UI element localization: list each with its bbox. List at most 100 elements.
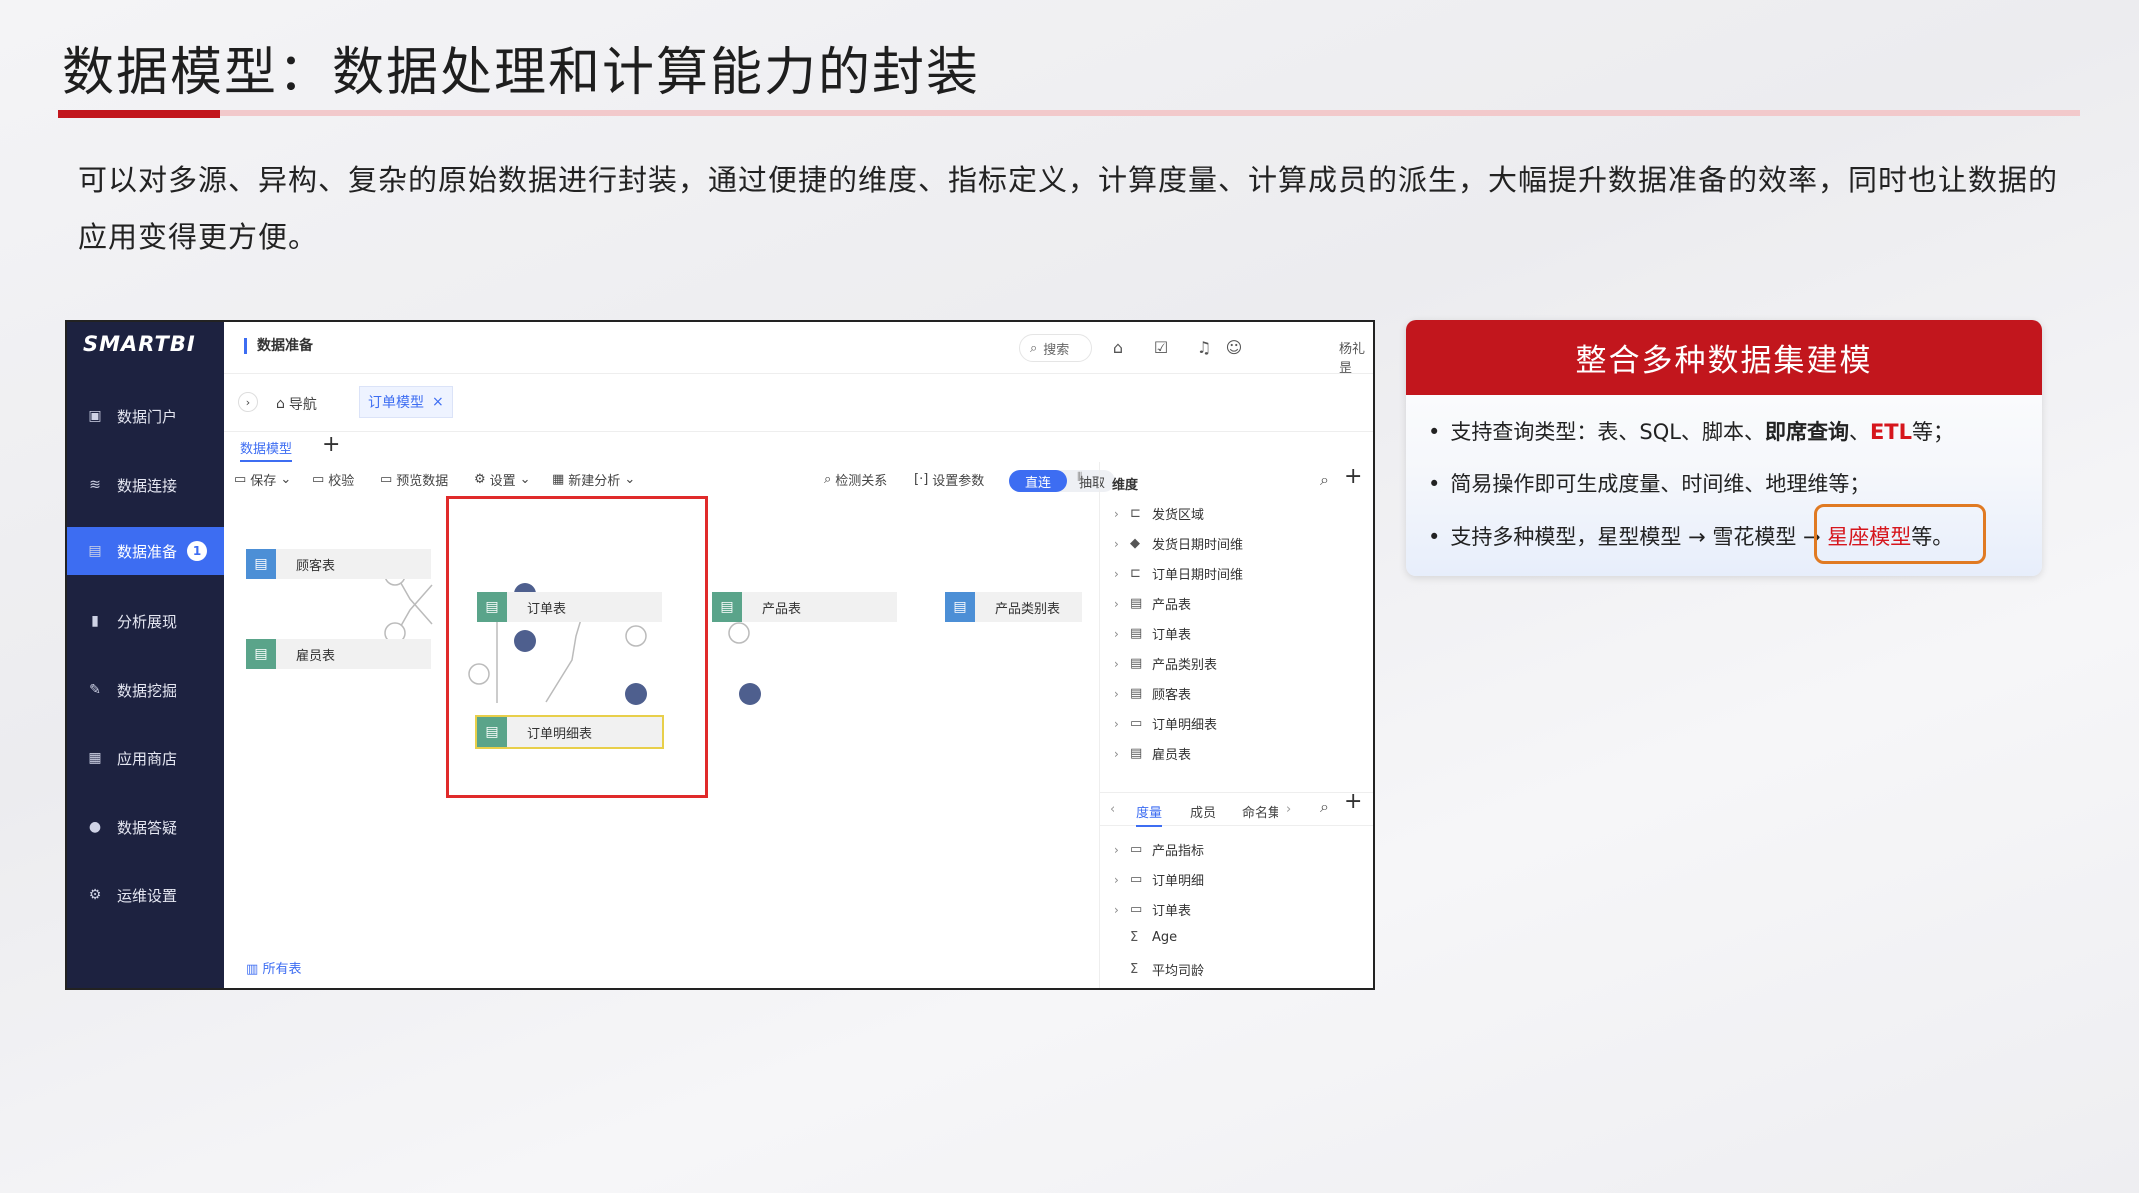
search-input[interactable]: ⌕ 搜索 xyxy=(1019,334,1092,362)
question-icon: ● xyxy=(88,819,102,835)
nav-item-analysis[interactable]: ▮ 分析展现 xyxy=(67,597,224,645)
toolbar: ▭ 保存 ⌄ ▭ 校验 ▭ 预览数据 ⚙ 设置 ⌄ ▦ 新建分析 ⌄ ⌕ 检测关系 [·] 设置参数… xyxy=(224,462,1115,496)
folder-icon: ▭ xyxy=(1130,842,1143,857)
tree-item[interactable]: › ▭ 订单表 xyxy=(1114,900,1191,919)
nav-item-settings[interactable]: ⚙ 运维设置 xyxy=(67,871,224,919)
tree-item[interactable]: › ▤ 产品类别表 xyxy=(1114,654,1217,673)
table-icon: ▤ xyxy=(945,592,975,622)
nav-item-connect[interactable]: ≋ 数据连接 xyxy=(67,461,224,509)
params-icon: [·] xyxy=(914,472,929,487)
save-button[interactable]: ▭ 保存 ⌄ xyxy=(234,470,291,489)
search-icon[interactable]: ⌕ xyxy=(1320,470,1329,490)
tab-nav[interactable]: ⌂ 导航 xyxy=(276,394,317,414)
gear-icon: ⚙ xyxy=(88,887,102,903)
grid-icon: ▦ xyxy=(88,750,102,766)
chevron-down-icon: ⌄ xyxy=(280,472,292,487)
prepare-icon: ▤ xyxy=(88,543,102,559)
bullet-query-types: • 支持查询类型：表、SQL、脚本、即席查询、ETL等； xyxy=(1428,420,1955,444)
top-bar: 数据准备 ⌕ 搜索 ⌂ ☑ ♫ ☺ 杨礼昰 ⋯ xyxy=(224,322,1373,376)
add-tab-icon[interactable]: + xyxy=(322,432,340,457)
table-icon: ▤ xyxy=(1130,626,1143,641)
nav-item-qa[interactable]: ● 数据答疑 xyxy=(67,803,224,851)
node-product[interactable]: ▤ 产品表 xyxy=(712,592,897,622)
collapse-icon[interactable]: ⦀ xyxy=(1077,470,1082,485)
all-tables-link[interactable]: ▥ 所有表 xyxy=(246,958,301,977)
tree-item[interactable]: › ▤ 产品表 xyxy=(1114,594,1191,613)
search-icon[interactable]: ⌕ xyxy=(1320,797,1329,817)
hierarchy-icon: ⊏ xyxy=(1130,506,1141,521)
task-icon[interactable]: ☑ xyxy=(1150,336,1172,358)
tab-bar: › ⌂ 导航 订单模型 × ⋮ ⤢ xyxy=(224,374,1373,432)
portal-icon: ▣ xyxy=(88,408,102,424)
params-button[interactable]: [·] 设置参数 xyxy=(914,470,984,489)
tree-item[interactable]: › ◆ 发货日期时间维 xyxy=(1114,534,1243,553)
tab-member[interactable]: 成员 xyxy=(1190,802,1216,821)
tree-item[interactable]: › ▭ 订单明细表 xyxy=(1114,714,1217,733)
nav-item-prepare[interactable]: ▤ 数据准备 1 xyxy=(67,527,224,575)
selection-highlight xyxy=(446,496,708,798)
bell-icon[interactable]: ♫ xyxy=(1193,336,1215,358)
detect-relation-button[interactable]: ⌕ 检测关系 xyxy=(824,470,887,489)
add-icon[interactable]: + xyxy=(1344,789,1362,814)
relation-node xyxy=(739,683,761,705)
check-button[interactable]: ▭ 校验 xyxy=(312,470,354,489)
table-icon: ▤ xyxy=(1130,656,1143,671)
sub-tabs: 数据模型 + xyxy=(224,432,1373,462)
app-screenshot: SMARTBI ▣ 数据门户 ≋ 数据连接 ▤ 数据准备 1 ▮ 分析展现 ✎ … xyxy=(65,320,1375,990)
close-icon[interactable]: × xyxy=(432,394,444,410)
chevron-left-icon[interactable]: ‹ xyxy=(1110,802,1115,817)
save-icon: ▭ xyxy=(234,472,247,487)
home-icon[interactable]: ⌂ xyxy=(1107,336,1129,358)
dimension-header: 维度 xyxy=(1112,478,1139,493)
nav-item-store[interactable]: ▦ 应用商店 xyxy=(67,734,224,782)
search-icon: ⌕ xyxy=(824,472,832,487)
bar-chart-icon: ▮ xyxy=(91,613,99,629)
nav-item-portal[interactable]: ▣ 数据门户 xyxy=(67,392,224,440)
tab-measure[interactable]: 度量 xyxy=(1136,802,1163,827)
title-rule-accent xyxy=(58,110,220,118)
tree-item[interactable]: › ▤ 订单表 xyxy=(1114,624,1191,643)
model-canvas[interactable]: ▤ 顾客表 ▤ 雇员表 ▤ 订单表 ▤ 订单明细表 ▤ 产品表 ▤ 产品类别表 ▥ 所有表 xyxy=(224,496,1084,988)
gear-icon: ⚙ xyxy=(474,472,486,487)
tree-item[interactable]: › ▤ 顾客表 xyxy=(1114,684,1191,703)
table-icon: ▤ xyxy=(1130,686,1143,701)
intro-text: 可以对多源、异构、复杂的原始数据进行封装，通过便捷的维度、指标定义，计算度量、计… xyxy=(78,163,2059,254)
tree-item[interactable]: › ⊏ 发货区域 xyxy=(1114,504,1204,523)
tree-item[interactable]: › ▭ 订单明细 xyxy=(1114,870,1204,889)
callout-highlight xyxy=(1814,504,1986,564)
table-icon: ▤ xyxy=(1130,596,1143,611)
tree-item[interactable]: Σ 平均司龄 xyxy=(1114,960,1204,979)
settings-button[interactable]: ⚙ 设置 ⌄ xyxy=(474,470,531,489)
tree-item[interactable]: › ⊏ 订单日期时间维 xyxy=(1114,564,1243,583)
slide-title: 数据模型：数据处理和计算能力的封装 xyxy=(62,43,981,103)
node-employee[interactable]: ▤ 雇员表 xyxy=(246,639,431,669)
home-icon: ⌂ xyxy=(276,396,285,412)
check-icon: ▭ xyxy=(312,472,325,487)
sum-icon: Σ xyxy=(1130,930,1139,945)
tables-icon: ▥ xyxy=(246,962,259,977)
user-icon[interactable]: ☺ xyxy=(1224,336,1244,358)
preview-button[interactable]: ▭ 预览数据 xyxy=(380,470,448,489)
table-icon: ▤ xyxy=(246,639,276,669)
tab-named-set[interactable]: 命名集 xyxy=(1242,802,1278,821)
search-icon: ⌕ xyxy=(1030,340,1038,356)
table-icon: ▤ xyxy=(712,592,742,622)
logo: SMARTBI xyxy=(83,332,196,356)
chevron-right-icon[interactable]: › xyxy=(1286,802,1291,817)
node-customer[interactable]: ▤ 顾客表 xyxy=(246,549,431,579)
user-name[interactable]: 杨礼昰 xyxy=(1339,338,1373,376)
tab-data-model[interactable]: 数据模型 xyxy=(240,438,293,462)
direct-mode[interactable]: 直连 xyxy=(1009,470,1067,492)
node-product-category[interactable]: ▤ 产品类别表 xyxy=(945,592,1082,622)
field-panel: 维度 ⌕ + › ⊏ 发货区域 › ◆ 发货日期时间维 › ⊏ 订单日期时间维 › ▤ 产品表 … xyxy=(1099,462,1373,988)
nav-item-mining[interactable]: ✎ 数据挖掘 xyxy=(67,666,224,714)
add-icon[interactable]: + xyxy=(1344,464,1362,489)
tree-item[interactable]: Σ Age xyxy=(1114,930,1177,945)
sidebar: SMARTBI ▣ 数据门户 ≋ 数据连接 ▤ 数据准备 1 ▮ 分析展现 ✎ … xyxy=(67,322,224,988)
tree-item[interactable]: › ▤ 雇员表 xyxy=(1114,744,1191,763)
tree-item[interactable]: › ▭ 产品指标 xyxy=(1114,840,1204,859)
tab-order-model[interactable]: 订单模型 × xyxy=(359,386,453,418)
new-analysis-button[interactable]: ▦ 新建分析 ⌄ xyxy=(552,470,635,489)
expand-icon[interactable]: › xyxy=(238,392,258,412)
title-rule xyxy=(58,110,2080,116)
